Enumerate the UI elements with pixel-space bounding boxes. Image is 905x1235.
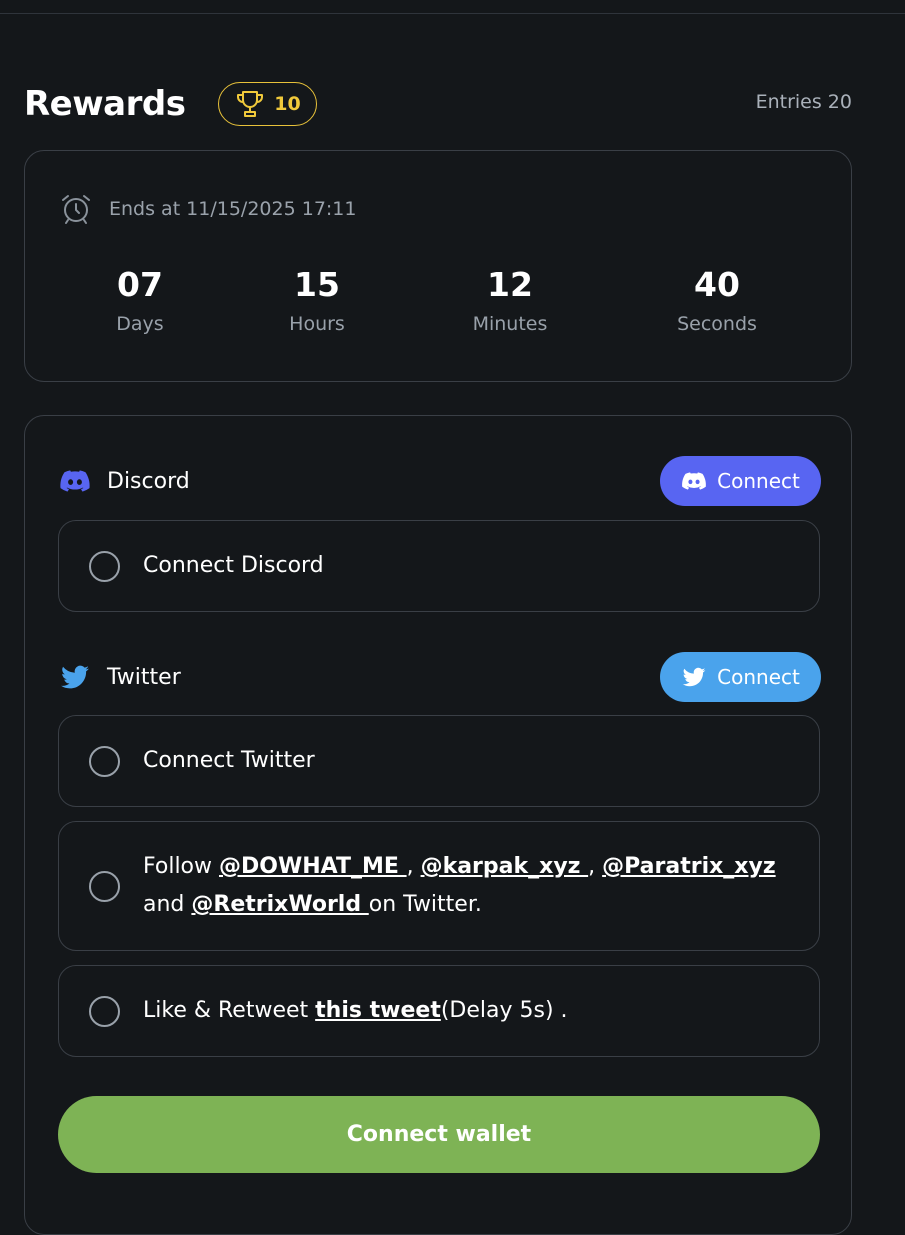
discord-icon — [682, 472, 707, 490]
task-connect-discord[interactable]: Connect Discord — [58, 520, 820, 612]
discord-label: Discord — [107, 468, 190, 494]
task-label: Like & Retweet this tweet(Delay 5s) . — [143, 992, 799, 1030]
task-follow-accounts[interactable]: Follow @DOWHAT_ME , @karpak_xyz , @Parat… — [58, 821, 820, 951]
task-radio[interactable] — [89, 870, 120, 902]
discord-section-header: Discord Connect — [59, 455, 821, 507]
follow-separator: , — [588, 854, 603, 879]
countdown-days: 07 Days — [60, 263, 220, 341]
alarm-clock-icon — [62, 195, 90, 224]
trophy-icon — [237, 91, 264, 117]
connect-wallet-button[interactable]: Connect wallet — [58, 1096, 820, 1173]
discord-connect-button[interactable]: Connect — [660, 456, 821, 506]
top-divider — [0, 13, 905, 14]
hours-value: 15 — [294, 265, 340, 304]
like-suffix: (Delay 5s) . — [440, 998, 568, 1023]
countdown-card: Ends at 11/15/2025 17:11 07 Days 15 Hour… — [24, 150, 852, 382]
follow-suffix: on Twitter. — [368, 892, 482, 917]
trophy-badge: 10 — [218, 82, 317, 126]
twitter-label: Twitter — [107, 664, 181, 690]
countdown-minutes: 12 Minutes — [430, 263, 590, 341]
seconds-value: 40 — [694, 265, 740, 304]
follow-separator: , — [406, 854, 421, 879]
discord-connect-label: Connect — [717, 469, 800, 493]
discord-title: Discord — [59, 455, 190, 507]
page-title: Rewards — [24, 84, 186, 124]
days-label: Days — [116, 313, 164, 335]
like-prefix: Like & Retweet — [143, 998, 316, 1023]
task-label: Connect Discord — [143, 553, 324, 578]
task-radio[interactable] — [89, 995, 120, 1027]
minutes-label: Minutes — [472, 313, 548, 335]
task-label: Follow @DOWHAT_ME , @karpak_xyz , @Parat… — [143, 848, 799, 924]
twitter-title: Twitter — [59, 651, 181, 703]
twitter-connect-label: Connect — [717, 665, 800, 689]
link-dowhat-me[interactable]: @DOWHAT_ME — [219, 854, 407, 879]
countdown-hours: 15 Hours — [237, 263, 397, 341]
follow-prefix: Follow — [143, 854, 220, 879]
hours-label: Hours — [289, 313, 345, 335]
task-connect-twitter[interactable]: Connect Twitter — [58, 715, 820, 807]
trophy-count: 10 — [274, 93, 301, 115]
entries-count: Entries 20 — [755, 91, 852, 113]
task-like-retweet[interactable]: Like & Retweet this tweet(Delay 5s) . — [58, 965, 820, 1057]
minutes-value: 12 — [487, 265, 533, 304]
discord-icon — [60, 470, 90, 492]
link-karpak-xyz[interactable]: @karpak_xyz — [421, 854, 589, 879]
twitter-connect-button[interactable]: Connect — [660, 652, 821, 702]
ends-at-row: Ends at 11/15/2025 17:11 — [59, 191, 356, 227]
link-retrixworld[interactable]: @RetrixWorld — [191, 892, 368, 917]
twitter-icon — [682, 667, 706, 687]
tasks-card: Discord Connect Connect Discord Twitter … — [24, 415, 852, 1235]
ends-at-text: Ends at 11/15/2025 17:11 — [109, 198, 357, 220]
countdown-seconds: 40 Seconds — [637, 263, 797, 341]
task-label: Connect Twitter — [143, 748, 315, 773]
follow-and: and — [143, 892, 192, 917]
link-paratrix-xyz[interactable]: @Paratrix_xyz — [602, 854, 776, 879]
rewards-header: Rewards 10 Entries 20 — [24, 82, 852, 128]
days-value: 07 — [117, 265, 163, 304]
task-radio[interactable] — [89, 550, 120, 582]
task-radio[interactable] — [89, 745, 120, 777]
twitter-icon — [61, 665, 89, 689]
seconds-label: Seconds — [677, 313, 757, 335]
twitter-section-header: Twitter Connect — [59, 651, 821, 703]
link-this-tweet[interactable]: this tweet — [315, 998, 441, 1023]
